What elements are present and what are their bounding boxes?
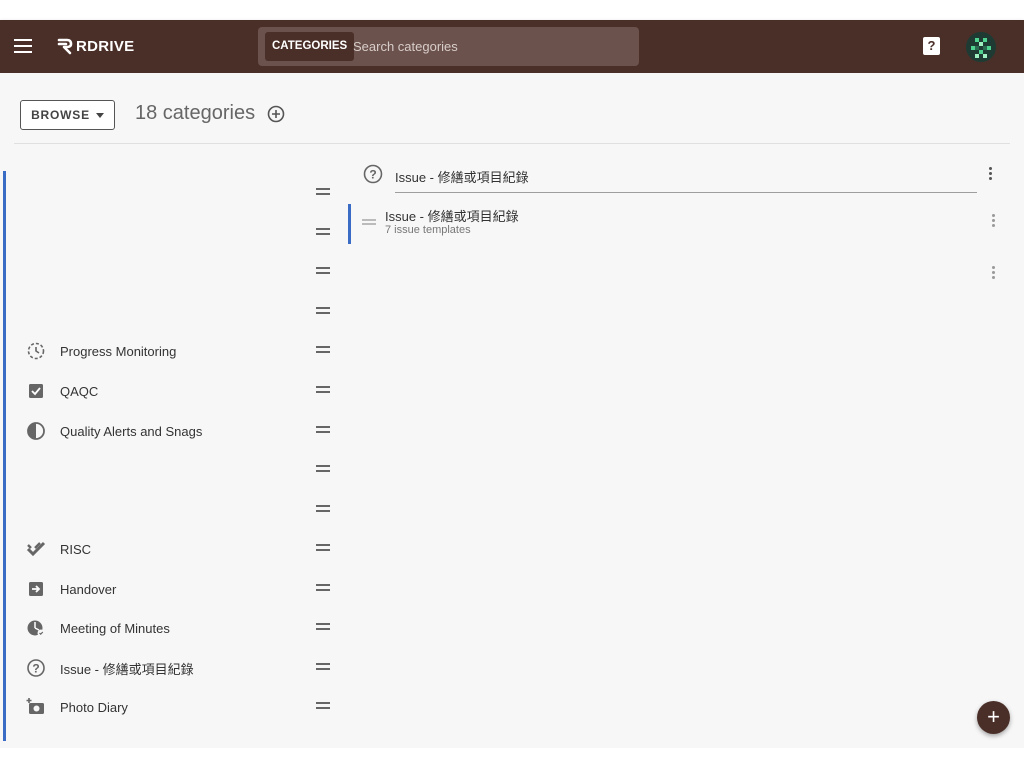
drag-handle-icon[interactable] xyxy=(316,702,330,710)
search-input[interactable] xyxy=(353,32,623,61)
list-item-risc[interactable]: RISC xyxy=(20,529,340,569)
category-header: ? Issue - 修繕或項目紀錄 xyxy=(363,163,993,193)
list-item-qaqc[interactable]: QAQC xyxy=(20,371,340,411)
bottom-strip xyxy=(0,748,1024,768)
main-area: BROWSE 18 categories Progress Monitoring… xyxy=(0,73,1024,748)
list-item[interactable] xyxy=(20,292,340,332)
list-item[interactable] xyxy=(20,173,340,213)
avatar[interactable] xyxy=(966,32,996,62)
more-options-icon[interactable] xyxy=(992,266,995,281)
drag-handle-icon[interactable] xyxy=(316,465,330,473)
logo[interactable]: RDRIVE xyxy=(56,36,134,56)
browse-label: BROWSE xyxy=(31,108,90,122)
list-item[interactable] xyxy=(20,450,340,490)
clock-history-icon xyxy=(26,341,46,361)
drag-handle-icon[interactable] xyxy=(316,426,330,434)
add-fab-button[interactable]: + xyxy=(977,701,1010,734)
drag-handle-icon[interactable] xyxy=(316,584,330,592)
drag-handle-icon[interactable] xyxy=(316,228,330,236)
drag-handle-icon[interactable] xyxy=(316,386,330,394)
template-group-accent xyxy=(348,204,351,244)
drag-handle-icon[interactable] xyxy=(316,346,330,354)
menu-icon[interactable] xyxy=(14,39,32,53)
more-options-icon[interactable] xyxy=(992,214,995,229)
avatar-pattern-icon xyxy=(966,32,996,62)
list-item-handover[interactable]: Handover xyxy=(20,569,340,609)
add-camera-icon xyxy=(26,697,46,717)
top-strip xyxy=(0,0,1024,20)
more-options-icon[interactable] xyxy=(989,167,993,183)
svg-text:?: ? xyxy=(32,662,39,676)
list-item-photo-diary[interactable]: Photo Diary xyxy=(20,687,340,727)
list-item-meeting-minutes[interactable]: Meeting of Minutes xyxy=(20,608,340,648)
drag-handle-icon[interactable] xyxy=(316,623,330,631)
drag-handle-icon[interactable] xyxy=(362,219,376,225)
caret-down-icon xyxy=(95,112,104,118)
divider xyxy=(14,143,1010,144)
question-circle-icon: ? xyxy=(26,658,46,678)
category-name-field[interactable]: Issue - 修繕或項目紀錄 xyxy=(395,167,977,193)
list-item[interactable] xyxy=(20,490,340,530)
list-accent-bar xyxy=(3,171,6,741)
half-circle-icon xyxy=(26,421,46,441)
list-item[interactable] xyxy=(20,213,340,253)
category-detail: ? Issue - 修繕或項目紀錄 Issue - 修繕或項目紀錄 7 issu… xyxy=(348,153,1008,733)
category-list: Progress Monitoring QAQC Quality Alerts … xyxy=(0,171,340,748)
drag-handle-icon[interactable] xyxy=(316,267,330,275)
drag-handle-icon[interactable] xyxy=(316,544,330,552)
help-icon[interactable]: ? xyxy=(923,37,940,55)
add-category-icon[interactable] xyxy=(267,105,285,123)
template-group-count: 7 issue templates xyxy=(385,224,471,236)
question-circle-icon: ? xyxy=(363,164,383,184)
list-item-progress-monitoring[interactable]: Progress Monitoring xyxy=(20,331,340,371)
search-scope-chip[interactable]: CATEGORIES xyxy=(265,32,355,61)
browse-button[interactable]: BROWSE xyxy=(20,100,115,130)
arrow-box-icon xyxy=(26,579,46,599)
pie-clock-icon xyxy=(26,618,46,638)
drag-handle-icon[interactable] xyxy=(316,307,330,315)
drag-handle-icon[interactable] xyxy=(316,505,330,513)
logo-mark-icon xyxy=(57,38,73,55)
list-item[interactable] xyxy=(20,252,340,292)
double-check-icon xyxy=(26,539,46,559)
logo-text: RDRIVE xyxy=(76,37,135,55)
list-item-quality-alerts[interactable]: Quality Alerts and Snags xyxy=(20,411,340,451)
drag-handle-icon[interactable] xyxy=(316,188,330,196)
template-group-title[interactable]: Issue - 修繕或項目紀錄 xyxy=(385,206,519,225)
search-bar[interactable]: CATEGORIES xyxy=(258,27,639,66)
app-bar: RDRIVE CATEGORIES ? xyxy=(0,20,1024,73)
drag-handle-icon[interactable] xyxy=(316,663,330,671)
svg-text:?: ? xyxy=(369,168,376,182)
checkbox-icon xyxy=(26,381,46,401)
list-item-issue[interactable]: ? Issue - 修繕或項目紀錄 xyxy=(20,648,340,688)
category-count-title: 18 categories xyxy=(135,102,256,124)
